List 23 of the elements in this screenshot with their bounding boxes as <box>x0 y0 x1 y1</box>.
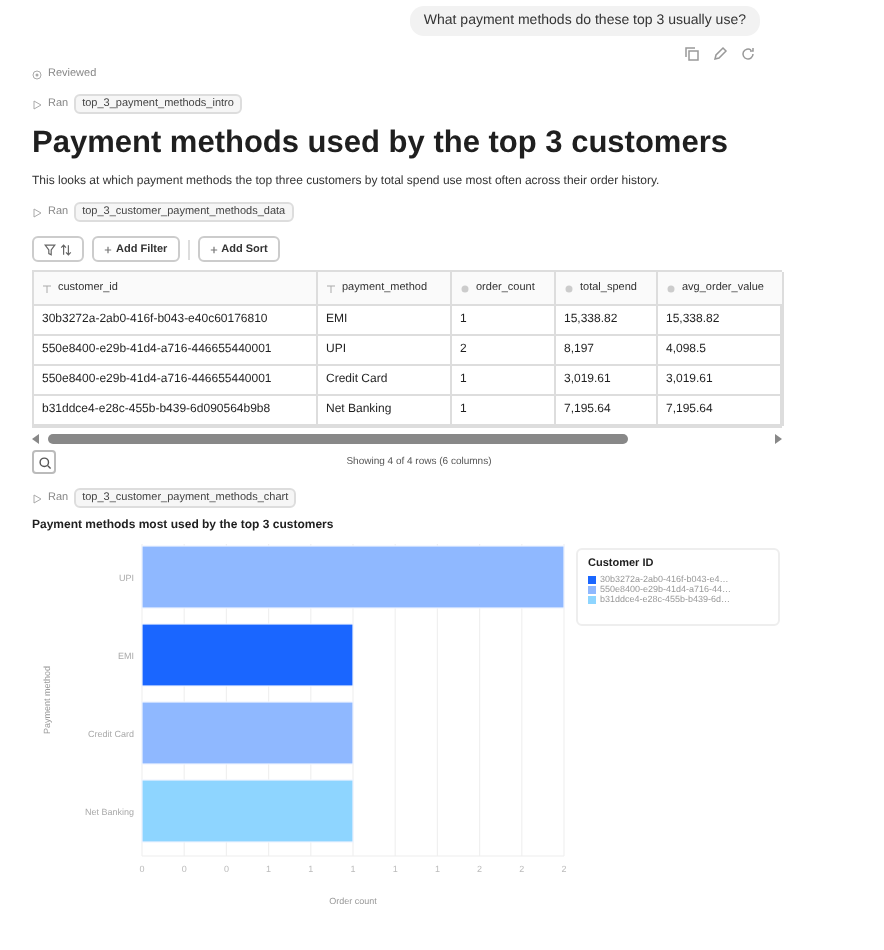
filter-icon <box>44 243 56 255</box>
search-button[interactable] <box>32 450 56 474</box>
filter-sort-button[interactable] <box>32 236 84 262</box>
play-icon <box>32 99 42 109</box>
number-type-icon <box>666 283 676 293</box>
text-type-icon <box>42 283 52 293</box>
pencil-icon[interactable] <box>712 46 728 62</box>
play-icon <box>32 493 42 503</box>
scroll-left-icon[interactable] <box>32 434 40 444</box>
plus-icon <box>209 245 218 253</box>
heading: Payment methods used by the top 3 customers <box>32 126 730 162</box>
text-type-icon <box>326 283 336 293</box>
play-icon <box>32 207 42 217</box>
refresh-icon[interactable] <box>740 46 756 62</box>
search-icon <box>37 455 51 469</box>
number-type-icon <box>564 283 574 293</box>
scroll-right-icon[interactable] <box>774 434 782 444</box>
plus-icon <box>104 245 112 253</box>
number-type-icon <box>460 283 470 293</box>
sort-icon <box>60 243 72 255</box>
copy-icon[interactable] <box>684 46 700 62</box>
scrollbar-thumb[interactable] <box>48 434 628 444</box>
eye-icon <box>32 69 42 79</box>
